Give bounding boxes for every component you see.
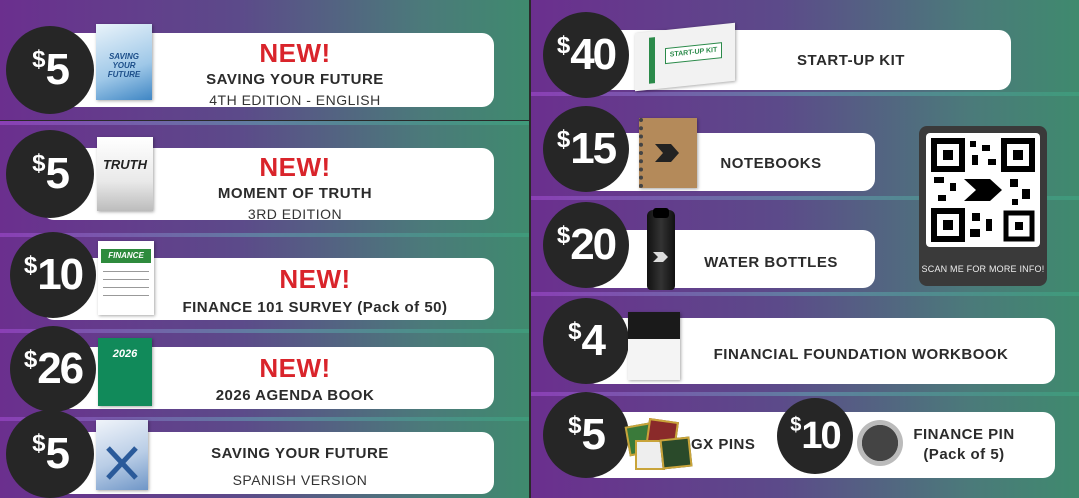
price-badge: $4 <box>543 298 629 384</box>
product-title: NOTEBOOKS <box>720 155 822 172</box>
gx-pins-image <box>624 418 693 470</box>
pin-subtitle: (Pack of 5) <box>923 446 1005 463</box>
new-badge: NEW! <box>259 152 331 182</box>
arrow-logo-icon <box>653 252 668 262</box>
right-price-panel: $40 START-UP KIT START-UP KIT $15 NOTEBO… <box>531 0 1079 498</box>
price-badge: $15 <box>543 106 629 192</box>
price-badge: $5 <box>6 26 94 114</box>
product-title: SAVING YOUR FUTURE <box>211 445 389 462</box>
price-badge: $10 <box>10 232 96 318</box>
new-badge: NEW! <box>259 38 331 68</box>
price-badge: $40 <box>543 12 629 98</box>
new-badge: NEW! <box>259 353 331 383</box>
agenda-book-cover: 2026 <box>98 338 152 406</box>
product-title: FINANCIAL FOUNDATION WORKBOOK <box>713 346 1009 363</box>
product-text: NEW! 2026 AGENDA BOOK <box>170 353 420 404</box>
product-text: NEW! MOMENT OF TRUTH 3RD EDITION <box>170 152 420 222</box>
product-title: FINANCE 101 SURVEY (Pack of 50) <box>182 299 448 316</box>
product-text: NOTEBOOKS <box>701 155 841 172</box>
product-title: START-UP KIT <box>797 52 905 69</box>
price-badge: $20 <box>543 202 629 288</box>
pin-title: FINANCE PIN <box>913 426 1015 443</box>
workbook-cover <box>628 312 680 380</box>
qr-code-icon <box>931 138 1035 242</box>
x-logo-icon <box>106 446 138 480</box>
price-badge: $5 <box>543 392 629 478</box>
product-subtitle: 3RD EDITION <box>247 206 343 222</box>
saving-your-future-cover: SAVING YOUR FUTURE <box>96 24 152 100</box>
product-text: NEW! FINANCE 101 SURVEY (Pack of 50) <box>165 264 465 316</box>
spanish-edition-cover <box>96 420 148 490</box>
price-badge: $5 <box>6 130 94 218</box>
product-text: WATER BOTTLES <box>691 254 851 271</box>
pin-text: FINANCE PIN (Pack of 5) <box>899 426 1029 463</box>
water-bottle-image <box>647 208 675 290</box>
pin-title: GX PINS <box>691 436 756 453</box>
product-title: WATER BOTTLES <box>704 254 838 271</box>
arrow-logo-icon <box>655 144 679 162</box>
moment-of-truth-cover: TRUTH <box>97 137 153 211</box>
product-text: NEW! SAVING YOUR FUTURE 4TH EDITION - EN… <box>170 38 420 108</box>
qr-code-panel[interactable]: SCAN ME FOR MORE INFO! <box>919 126 1047 286</box>
left-price-panel: $5 SAVING YOUR FUTURE NEW! SAVING YOUR F… <box>0 0 529 498</box>
finance-pin-image <box>857 420 903 466</box>
product-title: MOMENT OF TRUTH <box>217 185 373 202</box>
price-badge: $26 <box>10 326 96 412</box>
start-up-kit-box: START-UP KIT <box>635 22 735 92</box>
notebook-image <box>639 118 697 188</box>
product-title: 2026 AGENDA BOOK <box>215 387 375 404</box>
qr-caption: SCAN ME FOR MORE INFO! <box>921 264 1045 274</box>
price-badge: $10 <box>777 398 853 474</box>
qr-code[interactable] <box>926 133 1040 247</box>
product-subtitle: 4TH EDITION - ENGLISH <box>209 92 381 108</box>
product-text: SAVING YOUR FUTURE SPANISH VERSION <box>175 445 425 488</box>
finance-101-survey-cover: FINANCE 101 <box>98 241 154 315</box>
product-subtitle: SPANISH VERSION <box>232 472 368 488</box>
product-title: SAVING YOUR FUTURE <box>206 71 384 88</box>
product-text: FINANCIAL FOUNDATION WORKBOOK <box>691 346 1031 363</box>
pin-text: GX PINS <box>691 436 761 453</box>
price-badge: $5 <box>6 410 94 498</box>
product-text: START-UP KIT <box>761 52 941 69</box>
new-badge: NEW! <box>279 264 351 294</box>
